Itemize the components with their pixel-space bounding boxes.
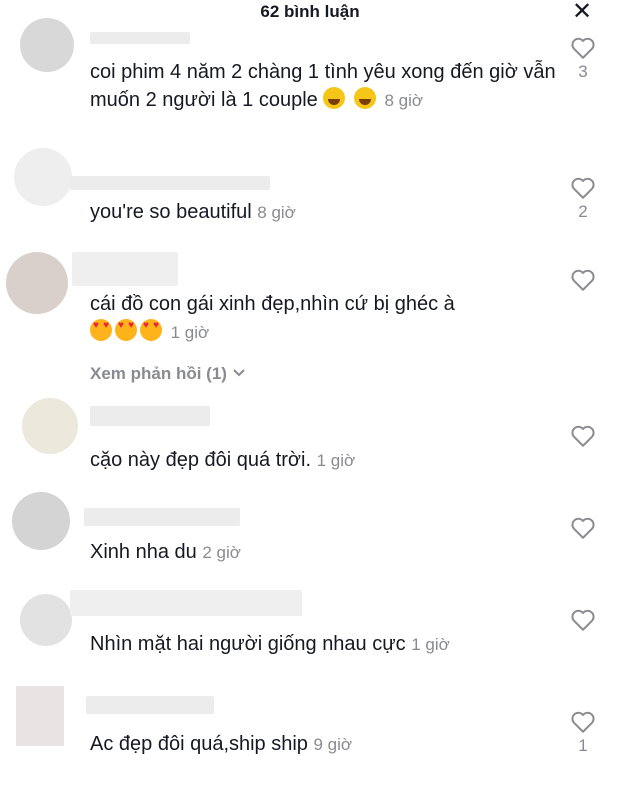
like-count: 2 — [578, 202, 588, 221]
view-replies-link[interactable]: Xem phản hồi (1) — [90, 364, 246, 384]
like-count: 3 — [578, 62, 588, 81]
comment-text: you're so beautiful 8 giờ — [90, 201, 296, 223]
chevron-down-icon — [232, 369, 245, 377]
laughing-emoji-icon — [353, 87, 376, 109]
avatar[interactable] — [22, 398, 78, 454]
comment-text: coi phim 4 năm 2 chàng 1 tình yêu xong đ… — [90, 61, 556, 111]
like-count: 1 — [578, 736, 588, 755]
comment-time: 8 giờ — [257, 203, 296, 222]
close-icon[interactable]: ✕ — [568, 0, 596, 26]
like-button[interactable]: 3 — [566, 36, 600, 82]
username-redacted — [90, 32, 190, 44]
comment-time: 1 giờ — [316, 451, 356, 470]
heart-outline-icon — [571, 37, 595, 59]
heart-outline-icon — [571, 177, 595, 199]
comment-time: 1 giờ — [170, 323, 210, 342]
comment-time: 8 giờ — [384, 91, 424, 110]
avatar[interactable] — [14, 148, 72, 206]
comment-text: cái đồ con gái xinh đẹp,nhìn cứ bị ghéc … — [90, 290, 560, 347]
avatar[interactable] — [20, 594, 72, 646]
like-button[interactable] — [566, 424, 600, 448]
username-redacted — [70, 590, 302, 616]
heart-eyes-emoji-icon — [115, 319, 137, 341]
comments-header: 62 bình luận ✕ — [0, 0, 620, 28]
comment-time: 9 giờ — [313, 735, 353, 754]
heart-eyes-emoji-icon — [140, 319, 162, 341]
heart-outline-icon — [571, 425, 595, 447]
comment-text: Ac đẹp đôi quá,ship ship 9 giờ — [90, 733, 353, 755]
avatar[interactable] — [16, 686, 64, 746]
laughing-emoji-icon — [323, 87, 346, 109]
username-redacted — [86, 696, 214, 714]
comment-time: 2 giờ — [202, 543, 241, 562]
username-redacted — [70, 176, 270, 190]
like-button[interactable] — [566, 608, 600, 632]
like-button[interactable] — [566, 268, 600, 292]
avatar[interactable] — [6, 252, 68, 314]
username-redacted — [72, 252, 178, 286]
avatar[interactable] — [12, 492, 70, 550]
comment-time: 1 giờ — [411, 635, 450, 654]
username-redacted — [90, 406, 210, 426]
like-button[interactable]: 2 — [566, 176, 600, 222]
comment-count-title: 62 bình luận — [260, 2, 360, 21]
like-button[interactable]: 1 — [566, 710, 600, 756]
heart-outline-icon — [571, 517, 595, 539]
heart-eyes-emoji-icon — [90, 319, 112, 341]
like-button[interactable] — [566, 516, 600, 540]
comment-text: Nhìn mặt hai người giống nhau cực 1 giờ — [90, 633, 450, 655]
heart-outline-icon — [571, 609, 595, 631]
comment-text: cặo này đẹp đôi quá trời. 1 giờ — [90, 449, 356, 471]
avatar[interactable] — [20, 18, 74, 72]
comment-text: Xinh nha du 2 giờ — [90, 541, 241, 563]
username-redacted — [84, 508, 240, 526]
heart-outline-icon — [571, 269, 595, 291]
heart-outline-icon — [571, 711, 595, 733]
